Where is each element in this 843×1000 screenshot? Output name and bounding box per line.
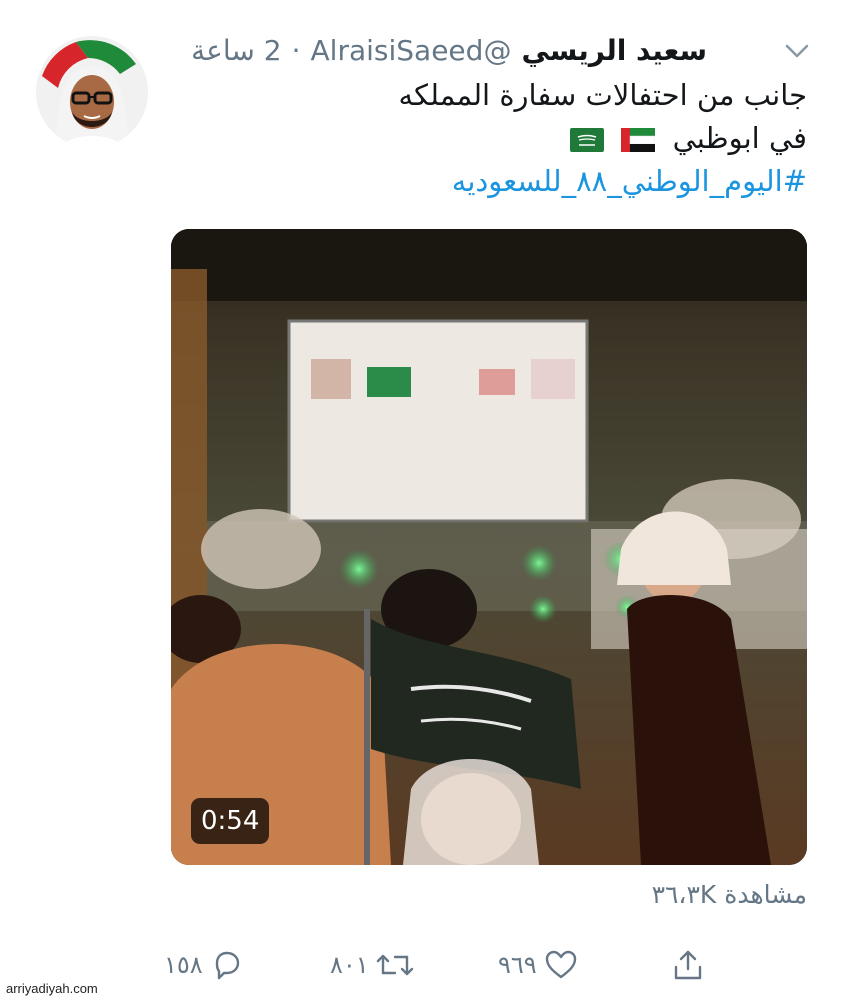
hashtag-link[interactable]: #اليوم_الوطني_٨٨_للسعوديه <box>187 160 807 203</box>
reply-button[interactable]: ١٥٨ <box>164 940 245 990</box>
video-duration-badge: 0:54 <box>191 798 270 844</box>
tweet-time[interactable]: 2 ساعة <box>191 34 281 67</box>
author-handle[interactable]: @AlraisiSaeed <box>311 34 512 67</box>
author-name[interactable]: سعيد الريسي <box>521 34 707 67</box>
uae-flag-icon <box>621 128 656 152</box>
avatar[interactable] <box>36 36 148 148</box>
reply-icon <box>215 951 239 980</box>
share-button[interactable] <box>670 940 706 990</box>
separator: · <box>291 33 301 67</box>
like-button[interactable]: ٩٦٩ <box>498 940 579 990</box>
tweet-text: جانب من احتفالات سفارة المملكه في ابوظبي… <box>187 74 807 203</box>
retweet-button[interactable]: ٨٠١ <box>330 940 415 990</box>
retweet-count: ٨٠١ <box>330 951 369 979</box>
tweet-text-line1: جانب من احتفالات سفارة المملكه <box>398 78 807 112</box>
video-player[interactable] <box>171 229 807 865</box>
tweet-card[interactable]: سعيد الريسي @AlraisiSaeed · 2 ساعة جانب … <box>0 0 843 1000</box>
chevron-down-icon[interactable] <box>782 36 812 66</box>
tweet-header: سعيد الريسي @AlraisiSaeed · 2 ساعة <box>191 30 707 70</box>
tweet-actions: ١٥٨ ٨٠١ ٩٦٩ <box>150 940 750 990</box>
reply-count: ١٥٨ <box>164 951 203 979</box>
heart-icon <box>545 950 576 979</box>
like-count: ٩٦٩ <box>498 951 537 979</box>
retweet-icon <box>376 954 413 976</box>
saudi-flag-icon <box>570 128 605 152</box>
view-count: مشاهدة ٣٦،٣K <box>651 880 807 909</box>
watermark: arriyadiyah.com <box>6 981 98 996</box>
tweet-text-line2: في ابوظبي <box>187 117 807 160</box>
share-icon <box>674 950 702 980</box>
